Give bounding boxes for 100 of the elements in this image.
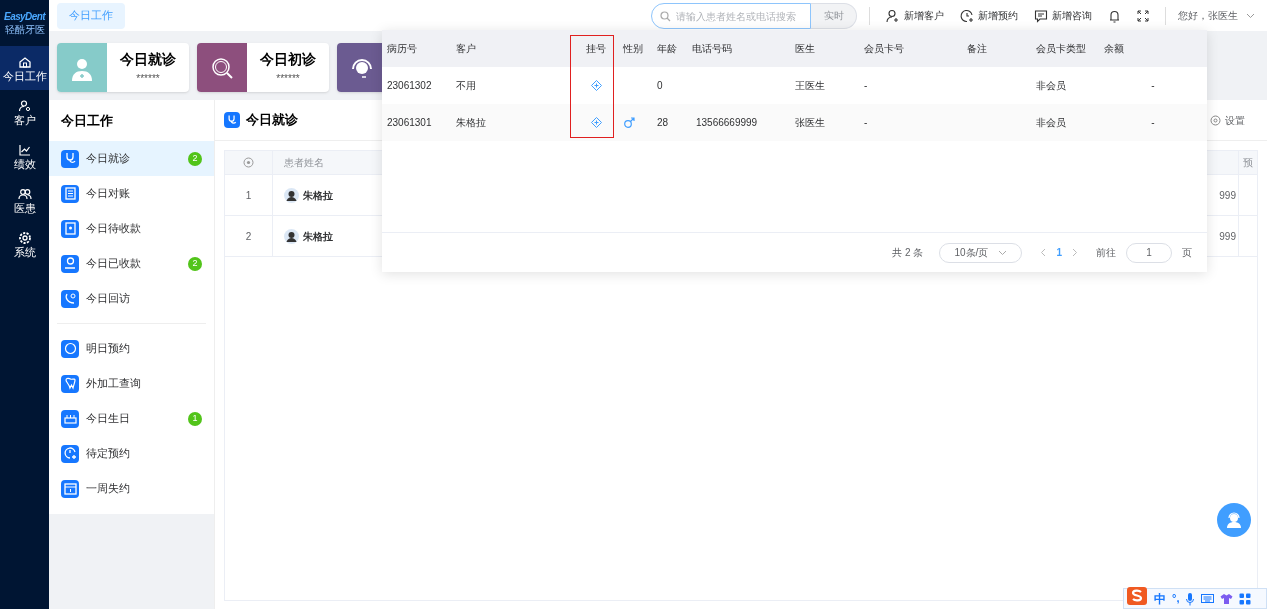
card-value: ****** (136, 73, 160, 84)
work-menu-item[interactable]: 待定预约 (49, 436, 214, 471)
work-menu-item[interactable]: 今日对账 (49, 176, 214, 211)
nav-item[interactable]: 系统 (0, 222, 49, 266)
keyboard-icon (1201, 593, 1215, 604)
notification-button[interactable] (1108, 8, 1121, 23)
column-header: 年龄 (656, 42, 678, 56)
user-icon (17, 98, 32, 113)
bell-icon (1108, 8, 1121, 23)
users-icon (17, 186, 32, 201)
card-value: ****** (276, 73, 300, 84)
work-menu-item[interactable]: 今日回访 (49, 281, 214, 316)
microphone-icon (1185, 591, 1196, 606)
ime-mode[interactable]: 中 (1154, 589, 1166, 608)
work-menu-item[interactable]: 今日生日 1 (49, 401, 214, 436)
shirt-icon (1220, 592, 1234, 605)
nav-item[interactable]: 绩效 (0, 134, 49, 178)
diamond-plus-icon (590, 117, 602, 128)
tooth-icon (61, 374, 79, 393)
diamond-plus-icon (590, 80, 602, 91)
toolbar-action[interactable]: 新增预约 (960, 8, 1018, 23)
work-menu-item[interactable]: 明日预约 (49, 331, 214, 366)
register-button[interactable] (590, 117, 602, 128)
nav-item[interactable]: 医患 (0, 178, 49, 222)
settings-button[interactable]: 设置 (1210, 112, 1245, 128)
fullscreen-icon (1137, 9, 1149, 22)
table-cell-text: 非会员 (1035, 79, 1067, 93)
page-suffix: 页 (1182, 246, 1192, 260)
count-badge: 2 (188, 151, 202, 166)
toolbar-action[interactable]: 新增客户 (886, 8, 944, 23)
count-badge: 1 (188, 411, 202, 426)
row-number: 1 (225, 175, 273, 215)
line-chart-icon (17, 142, 32, 157)
grid-icon (1239, 592, 1252, 605)
column-header: 会员卡类型 (1035, 42, 1087, 56)
column-header: 余额 (1103, 42, 1125, 56)
table-cell-text: 非会员 (1035, 116, 1067, 130)
previous-page-button[interactable] (1040, 248, 1047, 257)
user-add-icon (886, 8, 900, 23)
settings-icon (1210, 114, 1221, 126)
cake-icon (61, 409, 79, 428)
work-menu-item[interactable]: 今日已收款 2 (49, 246, 214, 281)
column-header: 患者姓名 (283, 156, 325, 170)
search-field[interactable]: 请输入患者姓名或电话搜索 (651, 3, 811, 29)
message-icon (1034, 8, 1048, 23)
clock-add-icon (960, 8, 974, 23)
card-title: 今日就诊 (120, 51, 176, 66)
work-menu-item[interactable]: 今日待收款 (49, 211, 214, 246)
total-count: 共 2 条 (892, 246, 924, 260)
toolbar-action[interactable]: 新增咨询 (1034, 8, 1092, 23)
table-cell-text: 张医生 (794, 116, 826, 130)
stethoscope-icon (61, 149, 79, 168)
table-cell-text: - (1150, 79, 1156, 93)
app-subtitle: 轻酷牙医 (4, 24, 45, 35)
card-title: 今日初诊 (260, 51, 316, 66)
column-header: 电话号码 (691, 42, 733, 56)
count-badge: 2 (188, 256, 202, 271)
avatar-icon (284, 187, 299, 203)
chevron-left-icon (1040, 248, 1047, 257)
column-header: 性别 (622, 42, 644, 56)
patient-name: 朱格拉 (303, 229, 333, 244)
document-icon (61, 184, 79, 203)
column-header: 预 (1242, 156, 1254, 170)
avatar-icon (284, 228, 299, 244)
target-icon (243, 157, 254, 168)
table-cell-text: - (863, 116, 869, 130)
table-cell-text: 不用 (455, 79, 477, 93)
table-cell-text: 23061301 (386, 116, 433, 130)
table-cell-text: 王医生 (794, 79, 826, 93)
column-header: 医生 (794, 42, 816, 56)
column-header: 备注 (966, 42, 988, 56)
nav-item[interactable]: 客户 (0, 90, 49, 134)
column-header: 会员卡号 (863, 42, 905, 56)
fullscreen-button[interactable] (1137, 9, 1149, 22)
table-cell-text: 23061302 (386, 79, 433, 93)
settings-icon (17, 230, 32, 245)
table-cell-text: - (1150, 116, 1156, 130)
clock-add-icon (61, 444, 79, 463)
next-page-button[interactable] (1072, 248, 1078, 257)
user-menu[interactable]: 您好，张医生 (1178, 8, 1255, 23)
work-menu-item[interactable]: 一周失约 (49, 471, 214, 506)
table-cell-text: 28 (656, 116, 670, 130)
table-cell-text: 朱格拉 (455, 116, 487, 130)
column-header: 病历号 (386, 42, 418, 56)
work-menu-item[interactable]: 今日就诊 2 (49, 141, 214, 176)
chevron-down-icon (998, 249, 1008, 256)
row-number: 2 (225, 216, 273, 256)
search-icon (660, 10, 671, 22)
panel-title: 今日工作 (60, 111, 114, 130)
page-input[interactable]: 1 (1126, 242, 1172, 263)
table-cell-text: 0 (656, 79, 664, 93)
stethoscope-icon (224, 112, 240, 128)
ime-punctuation[interactable]: °, (1172, 590, 1180, 607)
register-button[interactable] (590, 80, 602, 91)
calendar-icon (61, 479, 79, 498)
nav-item[interactable]: 今日工作 (0, 46, 49, 90)
table-cell-text: 999 (1218, 188, 1237, 203)
work-menu-item[interactable]: 外加工查询 (49, 366, 214, 401)
chevron-down-icon (1246, 12, 1255, 19)
column-header: 挂号 (585, 42, 607, 56)
